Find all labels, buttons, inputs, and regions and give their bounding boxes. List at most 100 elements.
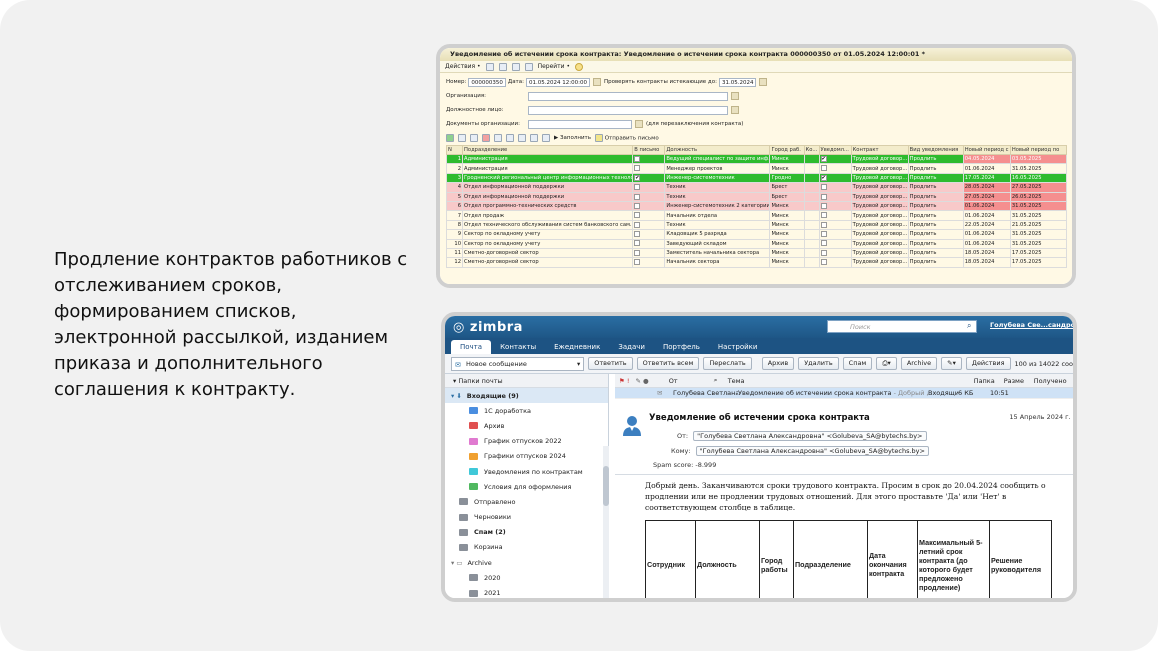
sort-desc-icon[interactable]: [530, 134, 538, 142]
in-letter-checkbox[interactable]: [634, 249, 641, 256]
folder-scroll-thumb[interactable]: [603, 466, 609, 506]
notified-checkbox[interactable]: ✔: [820, 155, 827, 162]
notified-checkbox[interactable]: [820, 259, 827, 266]
table-row[interactable]: 2 Администрация Менеджер проектов Минск Труд…: [445, 163, 1068, 174]
in-letter-checkbox[interactable]: [634, 155, 641, 162]
add-row-icon[interactable]: [446, 134, 454, 142]
structure-icon[interactable]: [524, 62, 533, 71]
goto-menu[interactable]: Перейти •: [538, 61, 570, 73]
table-row[interactable]: 3 Гродненский региональный центр информац…: [445, 172, 1068, 184]
folder-item[interactable]: Условия для оформления: [445, 479, 608, 494]
new-message-button[interactable]: ✉ Новое сообщение ▾: [451, 356, 585, 371]
folder-archive[interactable]: ▾ ▭ Archive: [445, 555, 608, 570]
col-header[interactable]: Вид уведомления: [907, 145, 964, 155]
move-up-icon[interactable]: [494, 134, 502, 142]
in-letter-checkbox[interactable]: ✔: [634, 174, 641, 181]
help-icon[interactable]: [575, 62, 584, 71]
folder-item[interactable]: Уведомления по контрактам: [445, 464, 608, 479]
date-picker-button[interactable]: [592, 78, 601, 86]
position-field[interactable]: [528, 105, 728, 115]
table-row[interactable]: 12 Сметно-договорной сектор Начальник сект…: [445, 257, 1068, 268]
tab-0[interactable]: Почта: [451, 340, 492, 354]
sort-asc-icon[interactable]: [518, 134, 526, 142]
toolbar-button-0[interactable]: Ответить: [588, 357, 633, 370]
table-row[interactable]: 8 Отдел технического обслуживания систем …: [445, 219, 1068, 231]
check-date-picker-button[interactable]: [759, 78, 768, 86]
col-from[interactable]: От: [669, 377, 714, 385]
notified-checkbox[interactable]: [820, 221, 827, 228]
save-icon[interactable]: [485, 62, 494, 71]
tab-2[interactable]: Ежедневник: [545, 340, 609, 354]
date-field[interactable]: 01.05.2024 12:00:00: [526, 77, 590, 87]
col-received[interactable]: Получено: [1034, 377, 1067, 385]
send-letter-button[interactable]: Отправить письмо: [594, 134, 659, 142]
notified-checkbox[interactable]: [820, 212, 827, 219]
archive-subfolder[interactable]: 2020: [445, 570, 608, 585]
folder-item[interactable]: Графики отпусков 2024: [445, 449, 608, 464]
table-row[interactable]: 10 Сектор по окладному учету Заведующий ск…: [445, 238, 1068, 249]
col-header[interactable]: Должность: [664, 145, 771, 155]
system-folder[interactable]: Корзина: [445, 540, 608, 555]
tab-1[interactable]: Контакты: [491, 340, 545, 354]
toolbar-button-3[interactable]: Архив: [761, 357, 795, 370]
actions-menu[interactable]: Действия •: [445, 61, 481, 73]
move-down-icon[interactable]: [506, 134, 514, 142]
notified-checkbox[interactable]: [820, 184, 827, 191]
from-address[interactable]: "Голубева Светлана Александровна" <Golub…: [693, 431, 927, 441]
col-subject[interactable]: Тема: [728, 377, 974, 385]
system-folder[interactable]: Спам (2): [445, 525, 608, 540]
in-letter-checkbox[interactable]: [634, 221, 641, 228]
organization-field[interactable]: [528, 91, 728, 101]
toolbar-button-7[interactable]: Действия: [965, 357, 1011, 370]
tag-icon[interactable]: ✎▾: [941, 357, 962, 370]
col-size[interactable]: Разме: [1004, 377, 1034, 385]
toolbar-button-5[interactable]: Спам: [842, 357, 873, 370]
folder-item[interactable]: 1С доработка: [445, 403, 608, 418]
folder-inbox[interactable]: ▾ ⬇ Входящие (9): [445, 388, 608, 404]
in-letter-checkbox[interactable]: [634, 193, 641, 200]
tab-4[interactable]: Портфель: [654, 340, 709, 354]
notified-checkbox[interactable]: [820, 240, 827, 247]
folder-item[interactable]: График отпусков 2022: [445, 434, 608, 449]
in-letter-checkbox[interactable]: [634, 231, 641, 238]
system-folder[interactable]: Отправлено: [445, 494, 608, 509]
table-row[interactable]: 9 Сектор по окладному учету Кладовщик 5 ра…: [445, 229, 1068, 240]
col-header[interactable]: Подразделение: [462, 145, 634, 155]
table-row[interactable]: 11 Сметно-договорной сектор Заместитель на…: [445, 247, 1068, 259]
print-icon[interactable]: [511, 62, 520, 71]
message-row[interactable]: ✉ Голубева Светлана Уведомление об истеч…: [615, 388, 1073, 399]
search-icon[interactable]: ⌕: [967, 321, 971, 331]
table-row[interactable]: 7 Отдел продаж Начальник отдела Минск Трудов…: [445, 210, 1068, 221]
number-field[interactable]: 000000350: [468, 77, 506, 87]
notified-checkbox[interactable]: ✔: [820, 174, 827, 181]
notified-checkbox[interactable]: [820, 202, 827, 209]
col-header[interactable]: Контракт: [850, 145, 909, 155]
tag-column-icon[interactable]: ✎ ●: [636, 377, 649, 385]
check-until-field[interactable]: 31.05.2024: [718, 77, 757, 87]
col-folder[interactable]: Папка: [974, 377, 1004, 385]
table-row[interactable]: 4 Отдел информационной поддержки Техник Бре…: [445, 182, 1068, 193]
in-letter-checkbox[interactable]: [634, 202, 641, 209]
tab-3[interactable]: Задачи: [609, 340, 654, 354]
archive-subfolder[interactable]: 2021: [445, 585, 608, 598]
in-letter-checkbox[interactable]: [634, 259, 641, 266]
notified-checkbox[interactable]: [820, 193, 827, 200]
organization-select-button[interactable]: [731, 92, 739, 100]
delete-row-icon[interactable]: [482, 134, 490, 142]
notified-checkbox[interactable]: [820, 231, 827, 238]
search-input[interactable]: Поиск: [827, 320, 977, 333]
tab-5[interactable]: Настройки: [709, 340, 767, 354]
toolbar-button-1[interactable]: Ответить всем: [636, 357, 700, 370]
select-all-icon[interactable]: [542, 134, 550, 142]
in-letter-checkbox[interactable]: [634, 240, 641, 247]
in-letter-checkbox[interactable]: [634, 165, 641, 172]
copy-row-icon[interactable]: [458, 134, 466, 142]
table-row[interactable]: 6 Отдел программно-технических средств Инж…: [445, 200, 1068, 212]
col-header[interactable]: Новый период с: [962, 145, 1011, 155]
in-letter-checkbox[interactable]: [634, 184, 641, 191]
post-icon[interactable]: [498, 62, 507, 71]
in-letter-checkbox[interactable]: [634, 212, 641, 219]
to-address[interactable]: "Голубева Светлана Александровна" <Golub…: [695, 446, 929, 456]
system-folder[interactable]: Черновики: [445, 510, 608, 525]
user-name[interactable]: Голубева Све...сандровна: [990, 321, 1073, 329]
